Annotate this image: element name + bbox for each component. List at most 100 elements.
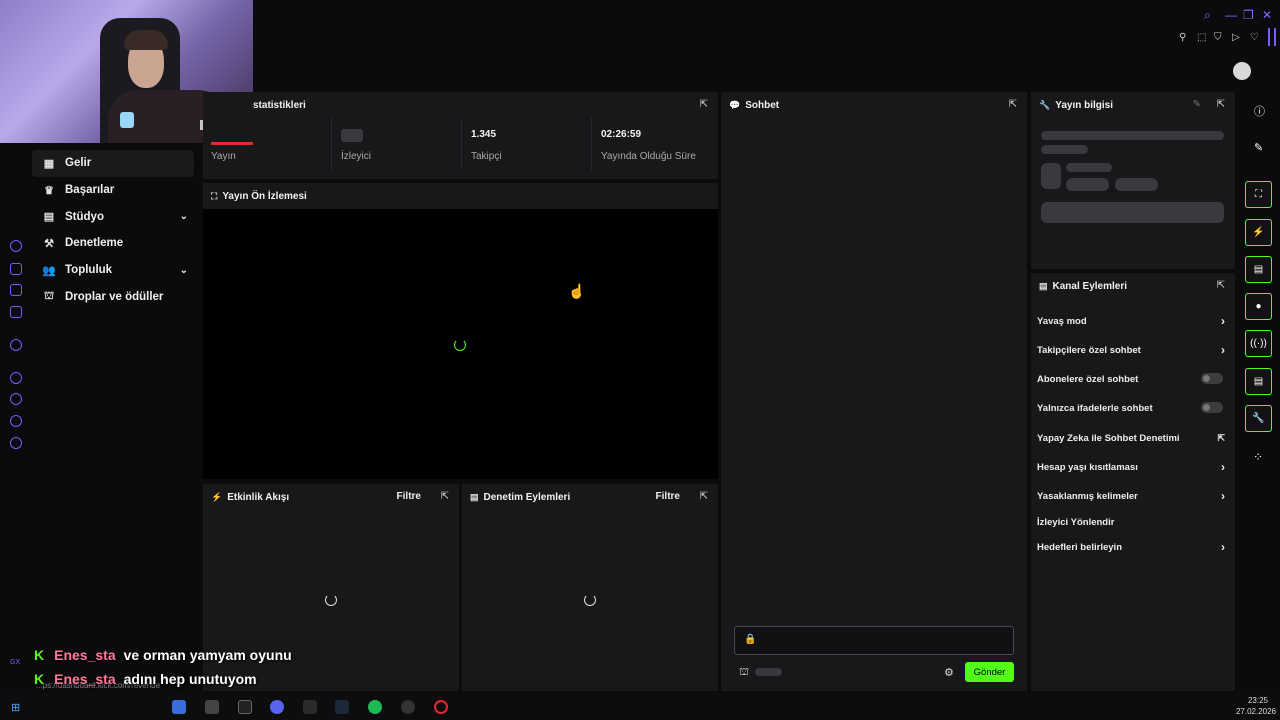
lightning-icon: ⚡	[1252, 227, 1265, 238]
shield-icon[interactable]: ⛉	[1214, 32, 1222, 44]
box-icon[interactable]	[10, 263, 22, 275]
send-button[interactable]: Gönder	[965, 662, 1014, 682]
sidebar-item-moderation[interactable]: ⚒ Denetleme	[32, 230, 194, 257]
gx-icon[interactable]: GX	[10, 659, 20, 666]
popout-icon[interactable]: ⇱	[441, 491, 449, 502]
stat-value: 1.345	[471, 129, 497, 140]
chat-input[interactable]: 🔒	[734, 626, 1014, 655]
action-followers-only[interactable]: Takipçilere özel sohbet ›	[1037, 343, 1225, 357]
mod-actions-toggle-button[interactable]: ▤	[1245, 256, 1272, 283]
overlay-chat-line: K Enes_sta adını hep unutuyom	[34, 671, 257, 687]
sidebar-item-drops[interactable]: ⛫ Droplar ve ödüller	[32, 283, 194, 310]
chat-username: Enes_sta	[54, 671, 116, 687]
panel-title: Kanal Eylemleri	[1052, 280, 1127, 292]
info-icon[interactable]: ⓘ	[1254, 103, 1265, 119]
panel-header: ⛶ Yayın Ön İzlemesi	[203, 183, 718, 209]
gift-icon: ⛫	[43, 289, 55, 302]
action-banned-words[interactable]: Yasaklanmış kelimeler ›	[1037, 489, 1225, 503]
dashboard-icon[interactable]	[10, 240, 22, 252]
button-skeleton	[1041, 202, 1224, 223]
tag-skeleton	[1066, 178, 1109, 191]
sidebar-item-community[interactable]: 👥 Topluluk ⌄	[32, 257, 194, 284]
chevron-right-icon: ›	[1221, 343, 1225, 357]
popout-icon[interactable]: ⇱	[700, 491, 708, 502]
play-icon[interactable]: ▷	[1232, 32, 1240, 44]
popout-icon[interactable]: ⇱	[700, 99, 708, 110]
settings-icon[interactable]	[10, 339, 22, 351]
opera-icon[interactable]	[434, 700, 448, 714]
stream-info-toggle-button[interactable]: 🔧	[1245, 405, 1272, 432]
loading-spinner	[325, 594, 337, 606]
action-ai-moderation[interactable]: Yapay Zeka ile Sohbet Denetimi ⇱	[1037, 433, 1225, 444]
search-icon[interactable]: ⌕	[1204, 9, 1211, 21]
divider	[331, 118, 332, 170]
emote-only-toggle[interactable]	[1201, 402, 1223, 413]
more-icon[interactable]: ⁘	[1253, 450, 1263, 464]
popout-icon[interactable]: ⇱	[1217, 99, 1225, 110]
maximize-icon[interactable]: ❐	[1243, 9, 1254, 21]
broadcast-toggle-button[interactable]: ((·))	[1245, 330, 1272, 357]
sidebar-item-achievements[interactable]: ♛ Başarılar	[32, 177, 194, 204]
chat-toggle-button[interactable]: ●	[1245, 293, 1272, 320]
cursor-icon: ☝	[568, 283, 586, 299]
app-icon[interactable]	[238, 700, 252, 714]
discord-icon[interactable]	[270, 700, 284, 714]
windows-icon[interactable]: ⊞	[11, 701, 20, 714]
tag-skeleton	[1115, 178, 1158, 191]
pin-icon[interactable]: ⚲	[1179, 32, 1186, 44]
image-icon[interactable]	[10, 284, 22, 296]
menu-bar-icon[interactable]	[1268, 28, 1270, 46]
close-icon[interactable]: ✕	[1262, 9, 1272, 21]
activity-toggle-button[interactable]: ⚡	[1245, 219, 1272, 246]
edit-icon[interactable]: ✎	[1193, 99, 1201, 110]
stat-label: İzleyici	[341, 151, 372, 162]
clock-icon[interactable]	[10, 393, 22, 405]
action-slow-mode[interactable]: Yavaş mod ›	[1037, 314, 1225, 328]
m-icon[interactable]	[10, 306, 22, 318]
chevron-down-icon: ⌄	[179, 264, 188, 276]
chevron-right-icon: ›	[1221, 460, 1225, 474]
popout-icon[interactable]: ⇱	[1217, 280, 1225, 291]
sidebar-item-label: Denetleme	[65, 237, 124, 250]
stat-value: 02:26:59	[601, 129, 642, 140]
heart-icon[interactable]: ♡	[1250, 32, 1259, 44]
chat-message: adını hep unutuyom	[123, 671, 257, 687]
stat-label: Takipçi	[471, 151, 502, 162]
app-icon[interactable]	[401, 700, 415, 714]
minimize-icon[interactable]: —	[1225, 9, 1237, 21]
chevron-right-icon: ›	[1221, 489, 1225, 503]
gear-icon[interactable]	[10, 437, 22, 449]
sidebar-item-studio[interactable]: ▤ Stüdyo ⌄	[32, 203, 194, 230]
app-icon[interactable]	[172, 700, 186, 714]
preview-toggle-button[interactable]: ⛶	[1245, 181, 1272, 208]
kick-logo-icon: K	[34, 647, 45, 663]
sidebar-item-revenue[interactable]: ▦ Gelir	[32, 150, 194, 177]
popout-icon[interactable]: ⇱	[1009, 99, 1017, 110]
subscribers-only-toggle[interactable]	[1201, 373, 1223, 384]
action-label: Yalnızca ifadelerle sohbet	[1037, 403, 1153, 414]
preview-panel: ⛶ Yayın Ön İzlemesi	[203, 183, 718, 479]
filter-button[interactable]: Filtre	[397, 491, 421, 502]
overlay-chat-line: K Enes_sta ve orman yamyam oyunu	[34, 647, 292, 663]
wrench-icon: 🔧	[1252, 413, 1265, 424]
steam-icon[interactable]	[335, 700, 349, 714]
screenshot-icon[interactable]: ⬚	[1197, 32, 1206, 44]
play-circle-icon[interactable]	[10, 372, 22, 384]
gear-icon[interactable]: ⚙	[944, 666, 954, 679]
divider	[591, 118, 592, 170]
filter-button[interactable]: Filtre	[656, 491, 680, 502]
avatar[interactable]	[1233, 62, 1251, 80]
store-icon[interactable]: ⛫	[739, 666, 749, 680]
panel-title: Yayın bilgisi	[1055, 99, 1114, 111]
channel-actions-toggle-button[interactable]: ▤	[1245, 368, 1272, 395]
edit-icon[interactable]: ✎	[1254, 141, 1263, 154]
spotify-icon[interactable]	[368, 700, 382, 714]
menu-bar-icon[interactable]	[1274, 28, 1276, 46]
viewer-skeleton	[341, 129, 363, 142]
message-icon[interactable]	[10, 415, 22, 427]
action-goals[interactable]: Hedefleri belirleyin ›	[1037, 540, 1225, 554]
action-account-age[interactable]: Hesap yaşı kısıtlaması ›	[1037, 460, 1225, 474]
app-icon[interactable]	[205, 700, 219, 714]
action-raid[interactable]: İzleyici Yönlendir	[1037, 517, 1225, 528]
epic-icon[interactable]	[303, 700, 317, 714]
